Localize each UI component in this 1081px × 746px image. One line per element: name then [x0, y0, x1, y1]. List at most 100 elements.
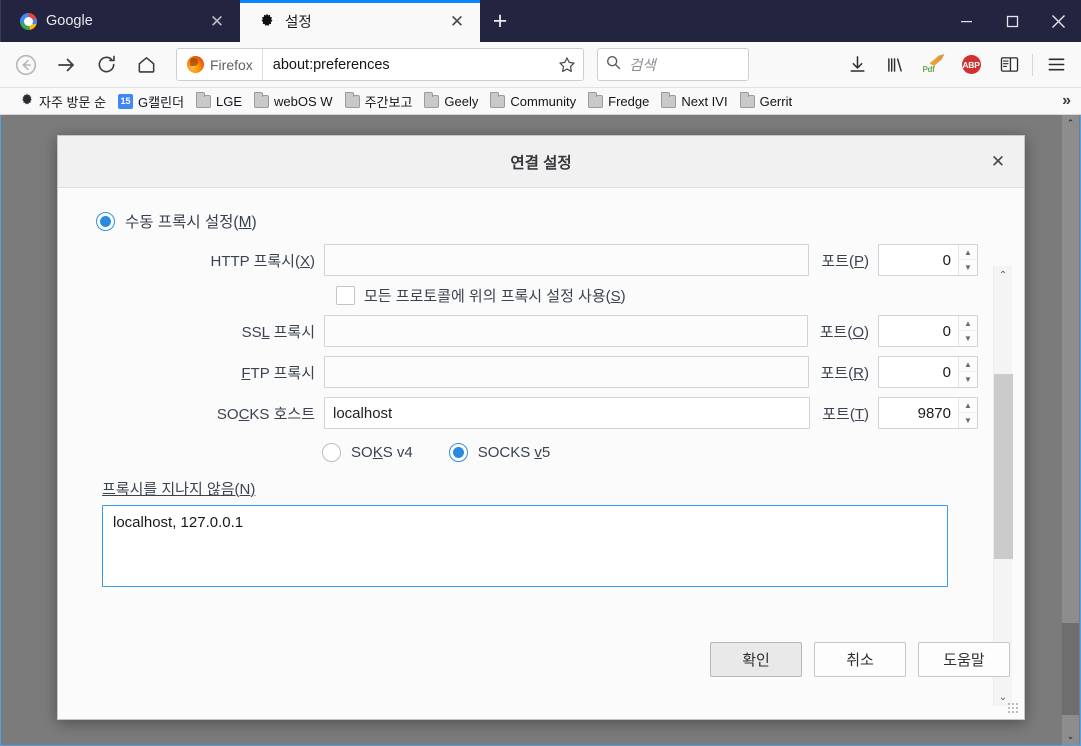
folder-icon: [588, 91, 604, 108]
bookmark-item-geely[interactable]: Geely: [418, 90, 484, 112]
http-proxy-input[interactable]: [324, 244, 810, 276]
bookmarks-overflow-icon[interactable]: »: [1062, 92, 1071, 110]
http-port-value[interactable]: 0: [879, 245, 958, 275]
bookmark-label: 주간보고: [364, 94, 413, 110]
downloads-icon[interactable]: [838, 47, 876, 83]
folder-icon: [739, 91, 755, 108]
page-scroll-down-icon[interactable]: ⌄: [1062, 728, 1079, 745]
search-input[interactable]: 검색: [629, 54, 656, 75]
bookmark-item-lge[interactable]: LGE: [190, 90, 248, 112]
no-proxy-textarea[interactable]: localhost, 127.0.0.1: [102, 505, 948, 587]
browser-window: Google ✕ 설정 ✕ + Firefox about:preference…: [0, 0, 1081, 746]
dialog-resize-grip[interactable]: [1007, 702, 1019, 714]
http-port-stepper[interactable]: 0 ▲ ▼: [878, 244, 978, 276]
bookmark-item-weekly-report[interactable]: 주간보고: [339, 90, 419, 112]
ftp-port-spinner[interactable]: ▲ ▼: [958, 357, 977, 387]
ftp-proxy-input[interactable]: [324, 356, 809, 388]
sidebar-icon[interactable]: [990, 47, 1028, 83]
bookmark-star-icon[interactable]: [551, 49, 583, 80]
spinner-down-icon[interactable]: ▼: [959, 413, 977, 428]
new-tab-button[interactable]: +: [480, 0, 520, 42]
spinner-up-icon[interactable]: ▲: [959, 398, 977, 413]
bookmark-item-gcalendar[interactable]: 15 G캘린더: [112, 90, 190, 112]
page-scrollbar-thumb[interactable]: [1062, 623, 1079, 715]
socks-host-input[interactable]: localhost: [324, 397, 811, 429]
bookmark-label: webOS W: [274, 93, 333, 109]
page-scroll-up-icon[interactable]: ⌃: [1062, 115, 1079, 132]
pdf-label: Pdf: [922, 65, 935, 74]
socks-port-stepper[interactable]: 9870 ▲ ▼: [878, 397, 978, 429]
bookmark-item-gerrit[interactable]: Gerrit: [734, 90, 799, 112]
star-gear-icon: [20, 93, 34, 110]
spinner-down-icon[interactable]: ▼: [959, 372, 977, 387]
tab-close-icon[interactable]: ✕: [204, 8, 230, 34]
maximize-button[interactable]: [989, 0, 1035, 42]
back-button[interactable]: [8, 47, 44, 83]
tab-title: 설정: [285, 14, 312, 31]
spinner-down-icon[interactable]: ▼: [959, 331, 977, 346]
library-icon[interactable]: [876, 47, 914, 83]
use-for-all-protocols-row[interactable]: 모든 프로토콜에 위의 프록시 설정 사용(S): [336, 285, 978, 306]
socks-port-spinner[interactable]: ▲ ▼: [958, 398, 977, 428]
bookmark-label: Community: [510, 93, 577, 109]
spinner-down-icon[interactable]: ▼: [959, 260, 977, 275]
bookmark-label: Gerrit: [759, 93, 793, 109]
bookmark-item-webos-w[interactable]: webOS W: [248, 90, 339, 112]
bookmark-item-fredge[interactable]: Fredge: [582, 90, 655, 112]
ssl-port-value[interactable]: 0: [879, 316, 958, 346]
folder-icon: [661, 91, 677, 108]
dialog-scrollbar[interactable]: ⌃ ⌄: [993, 266, 1013, 706]
socks-v5-radio[interactable]: [448, 443, 468, 462]
cancel-button[interactable]: 취소: [814, 642, 906, 677]
ftp-port-stepper[interactable]: 0 ▲ ▼: [878, 356, 978, 388]
spinner-up-icon[interactable]: ▲: [959, 357, 977, 372]
close-button[interactable]: [1035, 0, 1081, 42]
spinner-up-icon[interactable]: ▲: [959, 316, 977, 331]
bookmark-item-next-ivi[interactable]: Next IVI: [655, 90, 733, 112]
window-controls: [943, 0, 1081, 42]
ssl-port-stepper[interactable]: 0 ▲ ▼: [878, 315, 978, 347]
home-button[interactable]: [128, 47, 164, 83]
bookmark-item-most-visited[interactable]: 자주 방문 순: [14, 90, 112, 112]
gear-icon: [258, 12, 276, 30]
ftp-port-value[interactable]: 0: [879, 357, 958, 387]
spinner-up-icon[interactable]: ▲: [959, 245, 977, 260]
page-scrollbar[interactable]: ⌃ ⌄: [1062, 115, 1079, 745]
ssl-proxy-input[interactable]: [324, 315, 808, 347]
abp-label: ABP: [961, 55, 981, 74]
tab-close-icon[interactable]: ✕: [444, 8, 470, 34]
use-for-all-protocols-checkbox[interactable]: [336, 286, 355, 305]
help-button[interactable]: 도움말: [918, 642, 1010, 677]
manual-proxy-radio[interactable]: [96, 211, 115, 231]
search-bar[interactable]: 검색: [597, 48, 749, 81]
tab-settings[interactable]: 설정 ✕: [240, 0, 480, 42]
socks-v4-radio[interactable]: [322, 443, 341, 462]
bookmark-item-community[interactable]: Community: [484, 90, 582, 112]
bookmark-label: LGE: [216, 93, 243, 109]
reload-button[interactable]: [88, 47, 124, 83]
minimize-button[interactable]: [943, 0, 989, 42]
pdf-extension-icon[interactable]: Pdf: [914, 47, 952, 83]
dialog-titlebar: 연결 설정 ✕: [58, 136, 1024, 188]
url-text[interactable]: about:preferences: [263, 57, 551, 73]
dialog-close-icon[interactable]: ✕: [986, 150, 1010, 174]
dialog-button-row: 확인 취소 도움말: [710, 642, 1010, 677]
ssl-port-spinner[interactable]: ▲ ▼: [958, 316, 977, 346]
ok-button[interactable]: 확인: [710, 642, 802, 677]
http-port-spinner[interactable]: ▲ ▼: [958, 245, 977, 275]
socks-port-value[interactable]: 9870: [879, 398, 958, 428]
socks-host-label: SOCKS 호스트: [216, 405, 315, 423]
address-bar[interactable]: Firefox about:preferences: [176, 48, 584, 81]
dialog-scrollbar-thumb[interactable]: [994, 374, 1013, 559]
dialog-scroll-up-icon[interactable]: ⌃: [994, 266, 1012, 284]
folder-icon: [490, 91, 506, 108]
app-menu-button[interactable]: [1037, 47, 1075, 83]
use-for-all-protocols-label: 모든 프로토콜에 위의 프록시 설정 사용(S): [364, 288, 626, 305]
tab-google[interactable]: Google ✕: [0, 0, 240, 42]
forward-button[interactable]: [48, 47, 84, 83]
ssl-proxy-row: SSL 프록시 포트(O) 0 ▲ ▼: [84, 315, 978, 347]
manual-proxy-radio-row[interactable]: 수동 프록시 설정(M): [96, 210, 978, 232]
adblock-plus-icon[interactable]: ABP: [952, 47, 990, 83]
identity-box[interactable]: Firefox: [177, 49, 263, 80]
folder-icon: [424, 91, 440, 108]
